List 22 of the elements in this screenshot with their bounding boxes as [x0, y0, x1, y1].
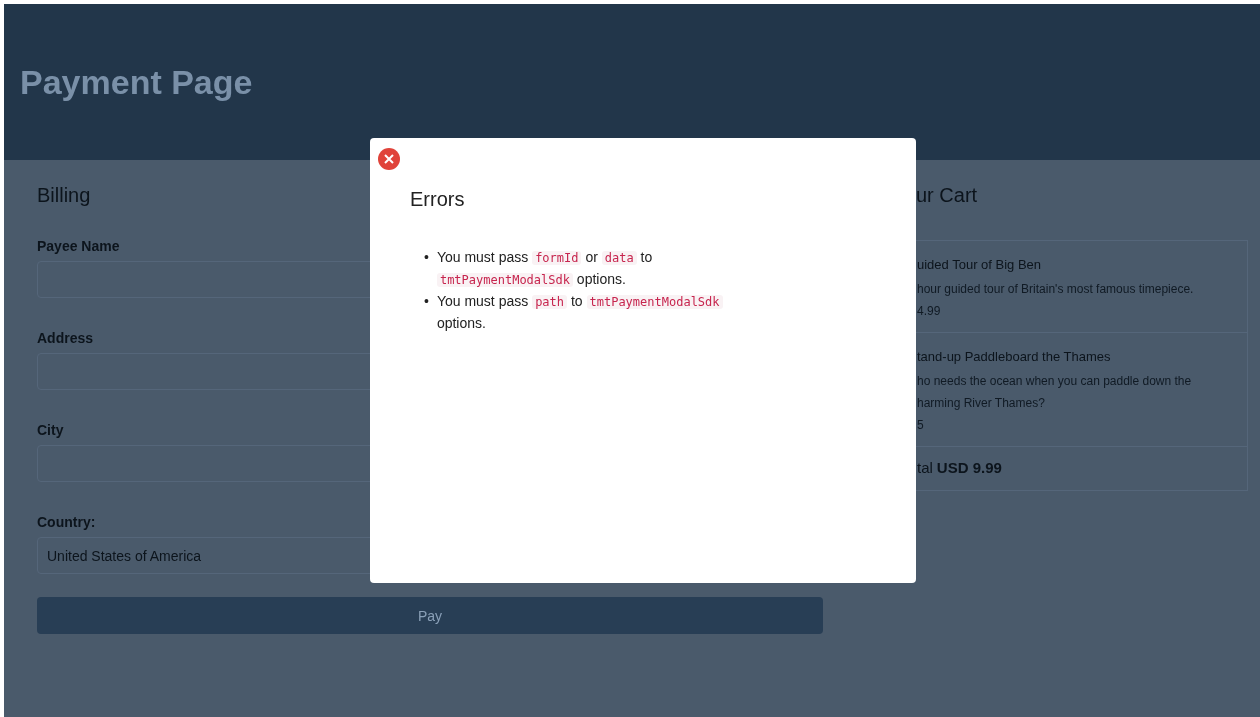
field-label: Address	[37, 330, 95, 346]
error-message: You must pass formId or data to tmtPaymentModalSdk options.	[436, 248, 654, 289]
field-label: Country:	[37, 514, 97, 530]
total-value: USD 9.99	[936, 459, 1002, 476]
total-label: tal	[917, 459, 933, 476]
item-description: hour guided tour of Britain's most famous timepiece.	[917, 281, 1195, 298]
dialog-title: Errors	[410, 188, 465, 211]
item-price: 5	[917, 417, 925, 434]
pay-button[interactable]: Pay	[37, 597, 823, 634]
field-label: City	[37, 422, 65, 438]
item-title: uided Tour of Big Ben	[917, 257, 1043, 272]
page-title: Payment Page	[20, 62, 253, 102]
section-heading: ur Cart	[916, 184, 978, 208]
item-price: 4.99	[917, 303, 942, 320]
close-icon[interactable]	[378, 148, 400, 170]
bullet: •	[424, 248, 429, 267]
error-message: You must pass path to tmtPaymentModalSdk options.	[436, 290, 754, 334]
item-description: ho needs the ocean when you can paddle down the harming River Thames?	[917, 373, 1193, 412]
section-heading: Billing	[37, 184, 91, 208]
bullet: •	[424, 292, 429, 311]
field-label: Payee Name	[37, 238, 121, 254]
item-title: tand-up Paddleboard the Thames	[917, 349, 1112, 364]
